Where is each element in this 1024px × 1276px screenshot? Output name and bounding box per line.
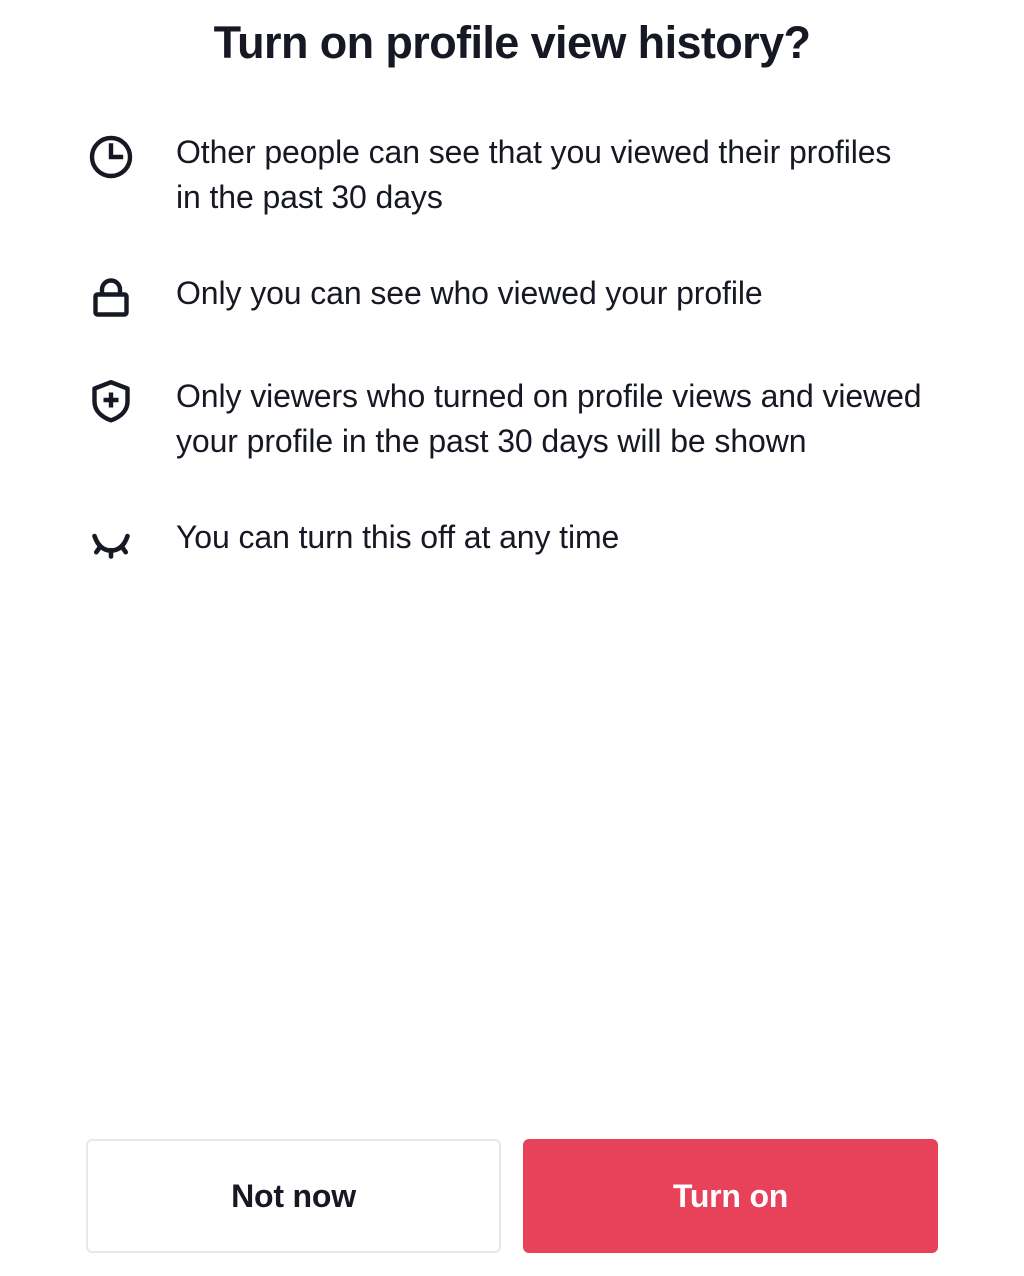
benefits-list: Other people can see that you viewed the… [0,130,1024,567]
dialog-title: Turn on profile view history? [213,17,811,68]
dialog-actions: Not now Turn on [0,1139,1024,1276]
eye-closed-icon [86,517,136,567]
dialog-spacer [0,567,1024,1139]
benefit-item-eligibility: Only viewers who turned on profile views… [86,374,940,464]
benefit-item-label: You can turn this off at any time [176,519,620,555]
benefit-item-label: Other people can see that you viewed the… [176,134,892,215]
benefit-item-label: Only viewers who turned on profile views… [176,378,922,459]
turn-on-button[interactable]: Turn on [523,1139,938,1253]
not-now-button[interactable]: Not now [86,1139,501,1253]
profile-view-history-dialog: Turn on profile view history? Other peop… [0,0,1024,1276]
benefit-item-view-history: Other people can see that you viewed the… [86,130,940,220]
benefit-item-privacy: Only you can see who viewed your profile [86,271,940,323]
lock-icon [86,273,136,323]
shield-plus-icon [86,376,136,426]
clock-icon [86,132,136,182]
benefit-item-label: Only you can see who viewed your profile [176,275,763,311]
benefit-item-reversible: You can turn this off at any time [86,515,940,567]
